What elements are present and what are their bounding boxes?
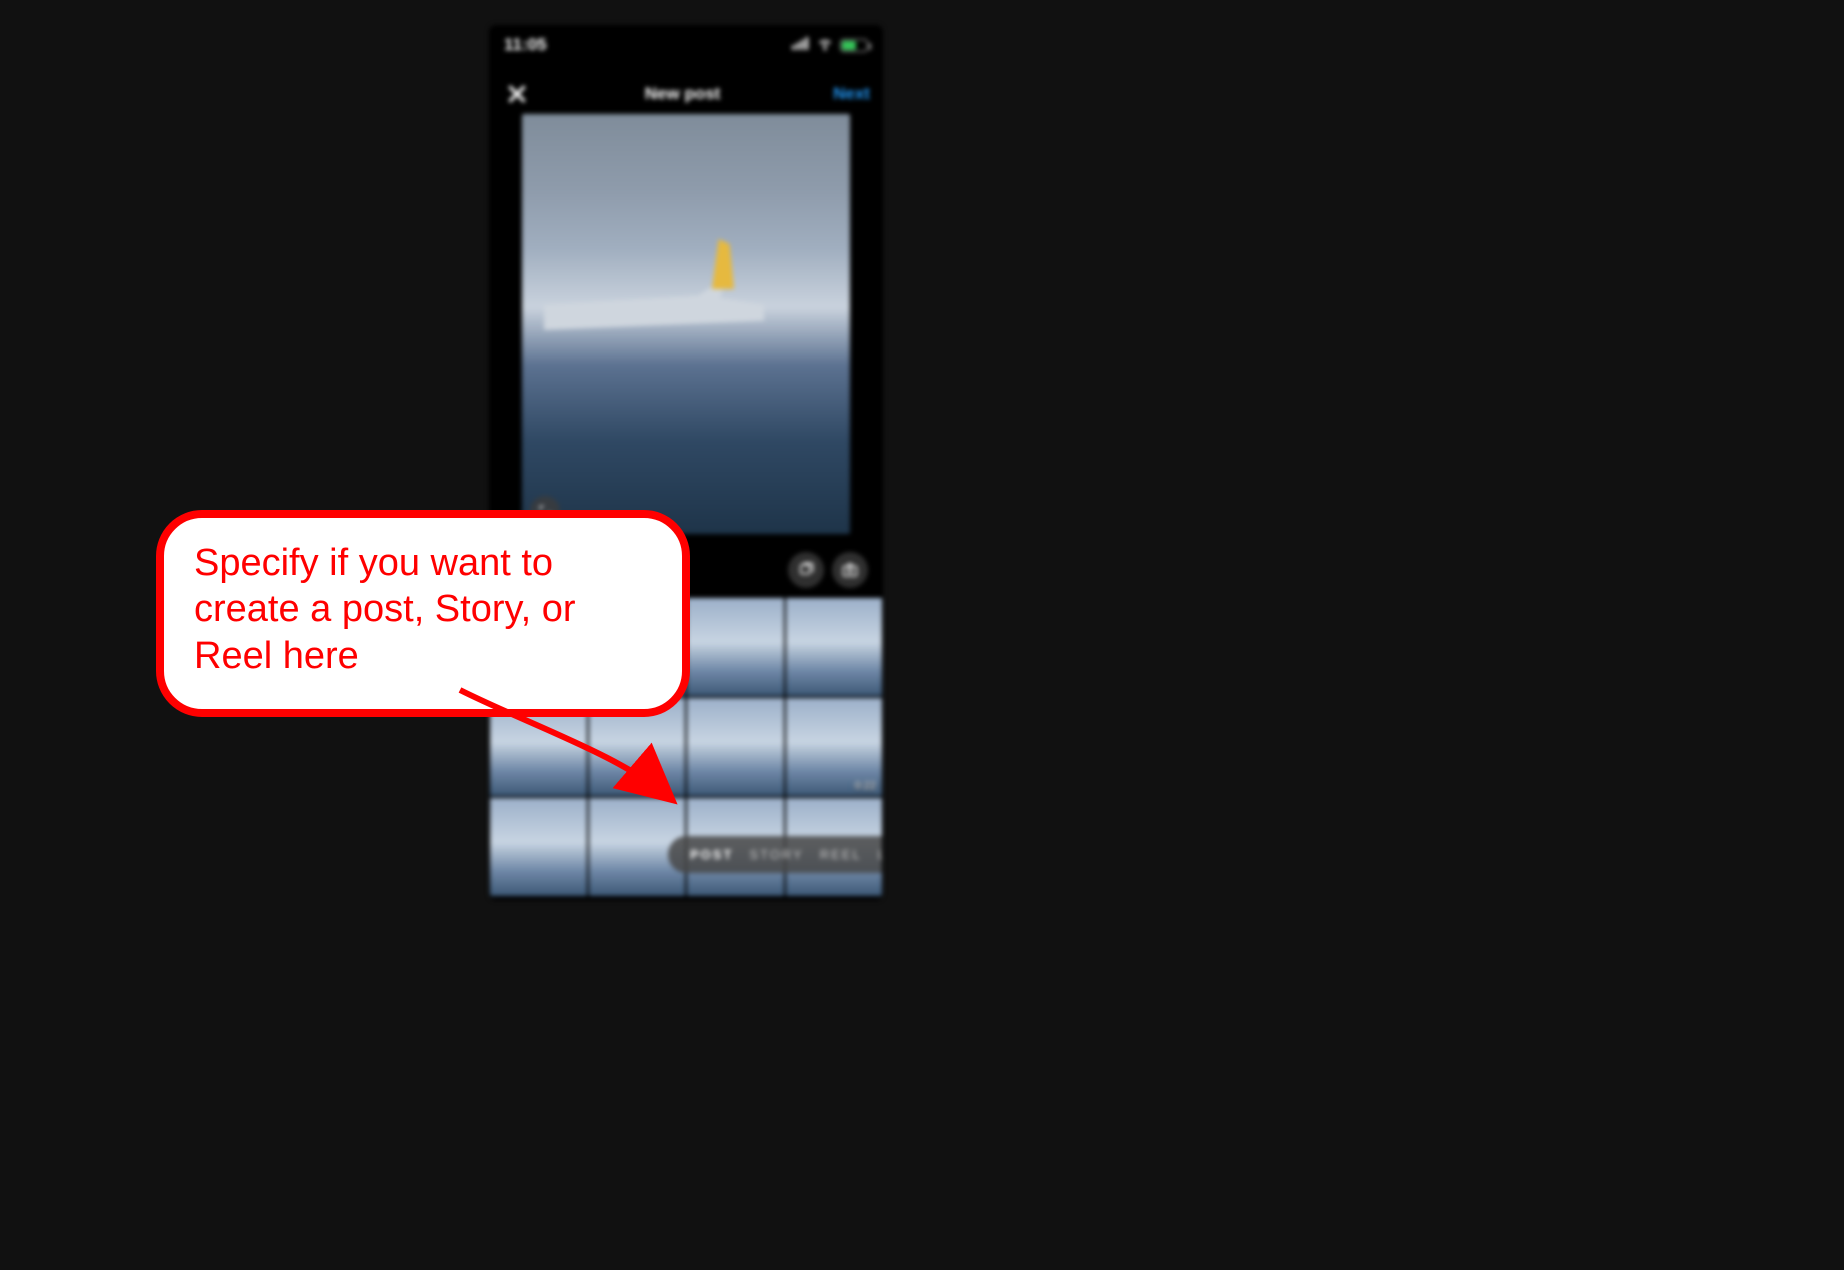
annotation-callout: Specify if you want to create a post, St… [156, 510, 690, 717]
battery-icon [840, 39, 868, 52]
signal-icon [792, 35, 810, 55]
mode-post[interactable]: POST [690, 847, 733, 862]
gallery-thumbnail[interactable] [490, 798, 587, 896]
gallery-thumbnail[interactable]: 0:22 [786, 698, 883, 796]
video-duration: 0:22 [855, 780, 876, 792]
content-type-selector: POST STORY REEL LIVE [668, 836, 882, 873]
phone-screenshot: 11:05 New post Next [490, 26, 882, 899]
annotation-text: Specify if you want to create a post, St… [194, 542, 576, 677]
mode-story[interactable]: STORY [749, 847, 803, 862]
mode-reel[interactable]: REEL [820, 847, 862, 862]
wifi-icon [816, 34, 834, 57]
camera-button[interactable] [832, 552, 868, 588]
nav-title: New post [645, 84, 721, 104]
status-time: 11:05 [504, 35, 547, 55]
selected-photo-preview[interactable] [522, 114, 850, 534]
gallery-thumbnail[interactable] [687, 598, 784, 696]
multi-select-button[interactable] [788, 552, 824, 588]
stage: 11:05 New post Next [0, 0, 1844, 1270]
close-button[interactable] [502, 79, 532, 109]
nav-row: New post Next [490, 72, 882, 116]
gallery-thumbnail[interactable] [687, 698, 784, 796]
mode-live[interactable]: LIVE [878, 847, 882, 862]
status-bar: 11:05 [490, 26, 882, 64]
gallery-thumbnail[interactable] [786, 598, 883, 696]
next-button[interactable]: Next [833, 84, 870, 104]
